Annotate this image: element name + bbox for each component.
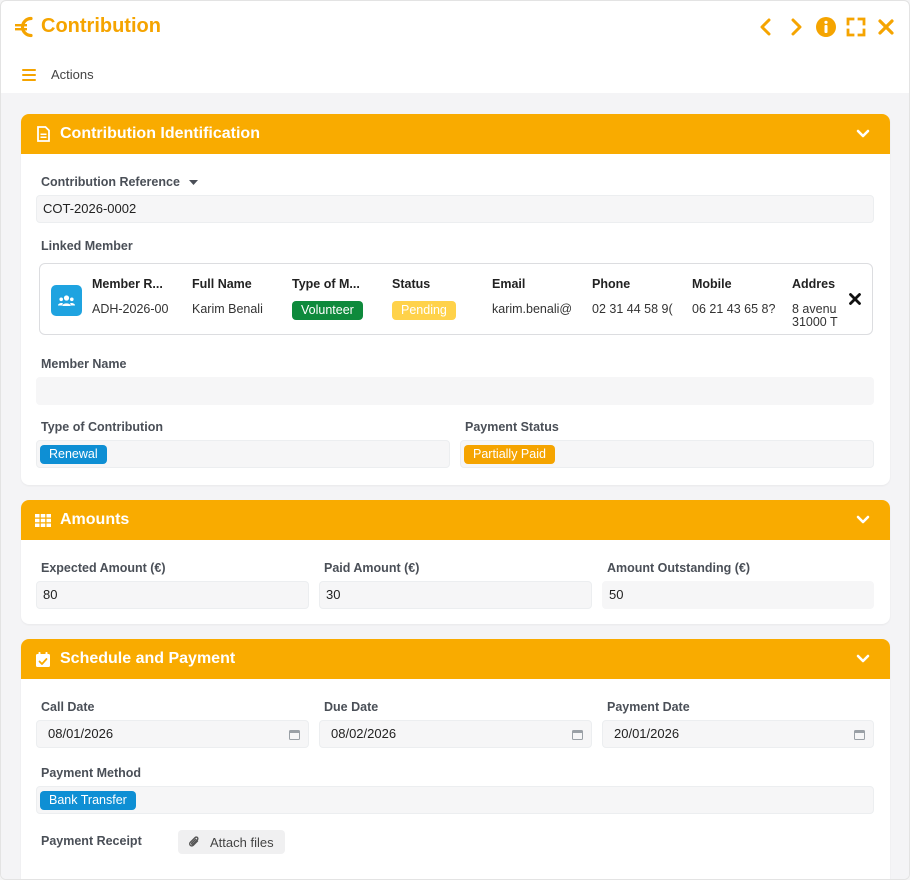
- email-value: karim.benali@: [492, 302, 573, 316]
- member-ref-column: Member R... ADH-2026-00: [92, 277, 178, 316]
- due-date-field[interactable]: 08/02/2026: [319, 720, 592, 748]
- full-name-header: Full Name: [192, 277, 252, 291]
- linked-member-label: Linked Member: [41, 239, 133, 253]
- payment-date-value: 20/01/2026: [614, 726, 680, 741]
- payment-status-field[interactable]: Partially Paid: [460, 440, 874, 468]
- partially-paid-tag: Partially Paid: [464, 445, 555, 464]
- renewal-tag: Renewal: [40, 445, 107, 464]
- payment-date-label: Payment Date: [607, 700, 690, 714]
- outstanding-amount-field: 50: [602, 581, 874, 609]
- email-column: Email karim.benali@: [492, 277, 580, 316]
- users-icon: [51, 285, 82, 316]
- member-ref-header: Member R...: [92, 277, 163, 291]
- expected-amount-label: Expected Amount (€): [41, 561, 166, 575]
- mobile-column: Mobile 06 21 43 65 8?: [692, 277, 778, 316]
- full-name-value: Karim Benali: [192, 302, 263, 316]
- status-column: Status Pending: [392, 277, 480, 320]
- call-date-field[interactable]: 08/01/2026: [36, 720, 309, 748]
- calendar-check-icon: [35, 651, 51, 667]
- call-date-label: Call Date: [41, 700, 95, 714]
- chevron-left-icon[interactable]: [755, 15, 777, 39]
- linked-member-card[interactable]: Member R... ADH-2026-00 Full Name Karim …: [39, 263, 873, 335]
- info-icon[interactable]: [815, 15, 837, 39]
- bank-transfer-tag: Bank Transfer: [40, 791, 136, 810]
- attach-files-button[interactable]: Attach files: [178, 830, 285, 854]
- actions-menu[interactable]: Actions: [51, 67, 94, 82]
- chevron-down-icon[interactable]: [856, 652, 870, 666]
- schedule-panel: Schedule and Payment Call Date 08/01/202…: [21, 639, 890, 879]
- member-ref-value: ADH-2026-00: [92, 302, 169, 316]
- paperclip-icon: [189, 835, 199, 847]
- schedule-header[interactable]: Schedule and Payment: [21, 639, 890, 679]
- window-actions: [755, 15, 897, 39]
- address-line2: 31000 T: [792, 315, 838, 329]
- payment-method-label: Payment Method: [41, 766, 142, 780]
- remove-member-icon[interactable]: [848, 292, 862, 306]
- payment-method-field[interactable]: Bank Transfer: [36, 786, 874, 814]
- calendar-icon: [289, 730, 300, 740]
- type-contribution-field[interactable]: Renewal: [36, 440, 450, 468]
- mobile-value: 06 21 43 65 8?: [692, 302, 776, 316]
- euro-icon: [14, 14, 36, 40]
- full-name-column: Full Name Karim Benali: [192, 277, 278, 316]
- type-column: Type of M... Volunteer: [292, 277, 380, 320]
- payment-date-field[interactable]: 20/01/2026: [602, 720, 874, 748]
- chevron-right-icon[interactable]: [785, 15, 807, 39]
- menu-icon[interactable]: [22, 69, 36, 81]
- reference-label: Contribution Reference: [41, 175, 199, 189]
- email-header: Email: [492, 277, 526, 291]
- status-tag: Pending: [392, 301, 456, 320]
- caret-down-icon: [189, 180, 199, 185]
- amounts-header[interactable]: Amounts: [21, 500, 890, 540]
- outstanding-amount-label: Amount Outstanding (€): [607, 561, 751, 575]
- paid-amount-label: Paid Amount (€): [324, 561, 420, 575]
- phone-header: Phone: [592, 277, 631, 291]
- due-date-label: Due Date: [324, 700, 379, 714]
- amounts-title: Amounts: [60, 511, 130, 528]
- mobile-header: Mobile: [692, 277, 732, 291]
- phone-value: 02 31 44 58 9(: [592, 302, 673, 316]
- status-header: Status: [392, 277, 431, 291]
- member-name-label: Member Name: [41, 357, 127, 371]
- calendar-icon: [854, 730, 865, 740]
- address-column: Addres 8 avenu 31000 T: [792, 277, 838, 333]
- form-content: Contribution Identification Contribution…: [1, 93, 909, 879]
- member-name-field[interactable]: [36, 377, 874, 405]
- type-contribution-label: Type of Contribution: [41, 420, 163, 434]
- actions-bar: Actions: [1, 59, 909, 91]
- type-header: Type of M...: [292, 277, 360, 291]
- type-tag: Volunteer: [292, 301, 363, 320]
- schedule-title: Schedule and Payment: [60, 650, 236, 667]
- calendar-icon: [572, 730, 583, 740]
- phone-column: Phone 02 31 44 58 9(: [592, 277, 678, 316]
- fullscreen-icon[interactable]: [845, 15, 867, 39]
- identification-header[interactable]: Contribution Identification: [21, 114, 890, 154]
- payment-status-label: Payment Status: [465, 420, 559, 434]
- due-date-value: 08/02/2026: [331, 726, 397, 741]
- contribution-window: Contribution Actions Contribution Identi…: [0, 0, 910, 880]
- close-icon[interactable]: [875, 15, 897, 39]
- chevron-down-icon[interactable]: [856, 127, 870, 141]
- payment-receipt-row: Payment Receipt Attach files: [41, 830, 441, 854]
- document-icon: [35, 126, 51, 142]
- expected-amount-field[interactable]: 80: [36, 581, 309, 609]
- attach-files-label: Attach files: [210, 834, 274, 850]
- identification-title: Contribution Identification: [60, 125, 260, 142]
- title-bar: Contribution: [1, 1, 909, 53]
- grid-icon: [35, 512, 51, 528]
- page-title: Contribution: [41, 15, 161, 37]
- address-header: Addres: [792, 277, 836, 291]
- paid-amount-field[interactable]: 30: [319, 581, 592, 609]
- call-date-value: 08/01/2026: [48, 726, 114, 741]
- payment-receipt-label: Payment Receipt: [41, 834, 142, 848]
- reference-field[interactable]: COT-2026-0002: [36, 195, 874, 223]
- identification-panel: Contribution Identification Contribution…: [21, 114, 890, 485]
- chevron-down-icon[interactable]: [856, 513, 870, 527]
- amounts-panel: Amounts Expected Amount (€) 80 Paid Amou…: [21, 500, 890, 624]
